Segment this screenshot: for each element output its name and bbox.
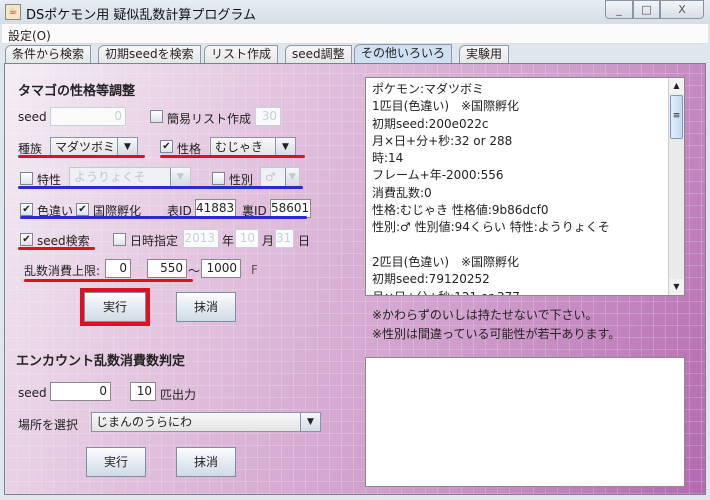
rng-to-input[interactable]: 1000 [201,259,241,278]
tab-list[interactable]: リスト作成 [204,45,279,63]
encounter-seed-input[interactable]: 0 [50,382,111,401]
encounter-run-button[interactable]: 実行 [86,447,146,477]
frame-unit: F [251,263,258,277]
blue-underline [18,186,303,189]
red-underline [18,247,95,250]
egg-clear-button[interactable]: 抹消 [176,292,236,322]
encounter-count-input[interactable]: 10 [130,382,156,401]
gender-value: ♂ [265,170,276,184]
day-input[interactable]: 31 [275,229,294,248]
blue-underline [20,216,307,219]
rng-from-input[interactable]: 550 [147,259,187,278]
java-icon: ☕ [5,4,21,20]
place-select[interactable]: じまんのうらにわ ▼ [91,412,321,432]
egg-heading: タマゴの性格等調整 [18,84,136,99]
year-unit: 年 [222,234,235,248]
datetime-checkbox[interactable] [113,233,126,246]
seed-search-checkbox[interactable]: ✔ [20,233,33,246]
rng-min-input[interactable]: 0 [105,259,131,278]
scrollbar[interactable]: ▲ ≡ ▼ [668,78,684,295]
ability-value: ようりょくそ [74,170,147,184]
gender-select[interactable]: ♂ ▼ [260,167,300,187]
simple-list-checkbox[interactable] [150,110,163,123]
rng-limit-label: 乱数消費上限: [24,264,101,278]
minimize-button[interactable]: _ [605,0,633,19]
note-gender: ※性別は間違っている可能性が若干あります。 [372,327,621,341]
tab-initial-seed-search[interactable]: 初期seedを検索 [98,45,201,63]
chevron-down-icon: ▼ [300,413,320,431]
encounter-seed-label: seed [18,386,47,400]
chevron-down-icon: ▼ [170,168,190,186]
red-underline [160,155,305,158]
encounter-output-textarea[interactable] [365,357,685,487]
day-unit: 日 [298,234,311,248]
simple-list-count-input[interactable]: 30 [255,107,281,126]
ability-select[interactable]: ようりょくそ ▼ [69,167,191,187]
place-label: 場所を選択 [18,418,79,432]
egg-run-button[interactable]: 実行 [80,288,150,326]
place-value: じまんのうらにわ [96,415,193,429]
seed-input[interactable]: 0 [50,107,126,126]
nature-value: むじゃき [215,140,264,154]
nature-select[interactable]: むじゃき ▼ [210,137,296,157]
tilde-label: ～ [188,264,201,278]
datetime-label: 日時指定 [130,234,179,248]
menu-settings[interactable]: 設定(O) [8,27,51,44]
note-everstone: ※かわらずのいしは持たせないで下さい。 [372,308,598,322]
intl-checkbox[interactable]: ✔ [76,203,89,216]
tab-seed-adjust[interactable]: seed調整 [285,45,352,63]
chevron-down-icon: ▼ [285,168,299,186]
shiny-checkbox[interactable]: ✔ [20,203,33,216]
tab-experimental[interactable]: 実験用 [459,45,510,63]
year-input[interactable]: 2013 [183,229,219,248]
chevron-down-icon: ▼ [275,138,295,156]
species-select[interactable]: マダツボミ ▼ [50,137,138,157]
gender-checkbox[interactable] [212,172,225,185]
close-button[interactable]: X [660,0,704,19]
egg-output-textarea[interactable]: ポケモン:マダツボミ 1匹目(色違い) ※国際孵化 初期seed:200e022… [365,77,685,296]
encounter-count-label: 匹出力 [160,388,197,402]
chevron-down-icon: ▼ [117,138,137,156]
red-underline [24,279,193,282]
ability-checkbox[interactable] [20,172,33,185]
tab-misc[interactable]: その他いろいろ [354,44,453,64]
scroll-up-icon[interactable]: ▲ [669,78,684,94]
red-underline [18,155,145,158]
month-unit: 月 [262,234,275,248]
encounter-heading: エンカウント乱数消費数判定 [16,354,186,369]
window-title: DSポケモン用 疑似乱数計算プログラム [26,8,257,23]
encounter-clear-button[interactable]: 抹消 [176,447,236,477]
seed-label: seed [18,110,47,124]
tab-condition-search[interactable]: 条件から検索 [5,45,92,63]
nature-checkbox[interactable]: ✔ [160,140,173,153]
egg-output-text: ポケモン:マダツボミ 1匹目(色違い) ※国際孵化 初期seed:200e022… [372,82,610,295]
scroll-thumb[interactable]: ≡ [670,95,683,139]
maximize-button[interactable]: □ [633,0,660,19]
menu-bar: 設定(O) [2,24,708,44]
scroll-down-icon[interactable]: ▼ [669,279,684,295]
month-input[interactable]: 10 [235,229,259,248]
title-bar: ☕ DSポケモン用 疑似乱数計算プログラム _ □ X [0,0,710,24]
simple-list-label: 簡易リスト作成 [167,112,252,126]
species-value: マダツボミ [55,140,116,154]
